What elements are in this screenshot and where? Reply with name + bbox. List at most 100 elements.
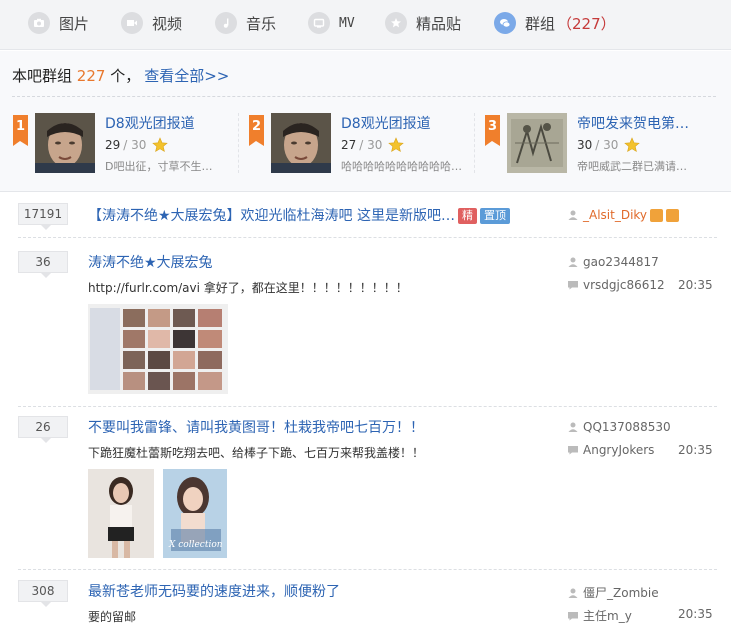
rank-badge: 1	[13, 115, 28, 146]
groups-heading-prefix: 本吧群组	[12, 67, 77, 85]
last-replier-name[interactable]: AngryJokers	[583, 443, 654, 457]
last-replier-name[interactable]: vrsdgjc86612	[583, 278, 665, 292]
tab-videos[interactable]: 视频	[121, 11, 182, 35]
group-avatar[interactable]	[35, 113, 95, 173]
tab-label: MV	[339, 15, 355, 31]
music-icon	[215, 12, 237, 34]
member-count: 27/ 30	[341, 137, 405, 153]
last-reply-time: 20:35	[678, 443, 713, 457]
tab-featured-posts[interactable]: 精品贴	[385, 11, 461, 35]
tab-label: 音乐	[246, 14, 277, 33]
last-replier[interactable]: 主任m_y	[567, 607, 632, 624]
tab-pictures[interactable]: 图片	[28, 11, 89, 35]
star-icon	[385, 12, 407, 34]
member-count: 29/ 30	[105, 137, 169, 153]
group-name[interactable]: D8观光团报道	[105, 113, 195, 133]
thread-title[interactable]: 最新苍老师无码要的速度进来，顺便粉了	[88, 581, 340, 601]
member-capacity: / 30	[123, 138, 147, 152]
groups-panel: 本吧群组 227 个， 查看全部>> 1 D8观光团报道 29/ 30 D吧出征，…	[0, 51, 731, 192]
groups-heading: 本吧群组 227 个， 查看全部>>	[12, 65, 229, 86]
last-replier-name[interactable]: 主任m_y	[583, 607, 632, 624]
member-level-icon	[650, 208, 664, 222]
star-icon	[388, 137, 405, 153]
comment-icon	[568, 281, 578, 290]
thread-author[interactable]: _Alsit_Diky	[567, 208, 680, 222]
svg-text:X collection: X collection	[168, 540, 223, 550]
user-icon	[568, 257, 578, 267]
view-all-groups-link[interactable]: 查看全部>>	[144, 67, 229, 85]
reply-count: 26	[18, 416, 68, 443]
tab-mv[interactable]: MV	[308, 11, 355, 35]
last-replier[interactable]: AngryJokers	[567, 443, 654, 457]
tab-label: 群组	[525, 14, 556, 33]
member-capacity: / 30	[595, 138, 619, 152]
group-card[interactable]: 3 帝吧发来贺电第… 30/ 30 帝吧威武二群已满请…	[485, 113, 715, 177]
star-icon	[624, 137, 641, 153]
group-avatar[interactable]	[271, 113, 331, 173]
reply-count: 17191	[18, 203, 68, 230]
reply-count: 308	[18, 580, 68, 607]
last-reply-time: 20:35	[678, 607, 713, 621]
group-avatar[interactable]	[507, 113, 567, 173]
thread-title[interactable]: 涛涛不绝★大展宏兔	[88, 252, 213, 272]
tab-label: 精品贴	[416, 14, 462, 33]
thread-item: 26 不要叫我雷锋、请叫我黄图哥！杜栽我帝吧七百万！！ 下跪狂魔杜蕾斯吃翔去吧、…	[0, 407, 731, 575]
divider	[238, 113, 239, 173]
divider	[474, 113, 475, 173]
star-icon	[152, 137, 169, 153]
author-name[interactable]: gao2344817	[583, 255, 659, 269]
last-reply-time: 20:35	[678, 278, 713, 292]
member-capacity: / 30	[359, 138, 383, 152]
chat-icon	[494, 12, 516, 34]
thread-author[interactable]: gao2344817	[567, 255, 659, 269]
thread-abstract: http://furlr.com/avi 拿好了，都在这里！！！！！！！！！	[88, 281, 408, 295]
divider	[12, 96, 716, 97]
group-description: D吧出征，寸草不生…	[105, 160, 213, 173]
featured-badge: 精	[458, 208, 477, 224]
groups-heading-suffix: 个，	[105, 67, 141, 85]
user-icon	[568, 210, 578, 220]
media-tab-bar: 图片 视频 音乐 MV 精品贴 群组 （227）	[0, 0, 731, 50]
thread-image[interactable]	[88, 469, 154, 558]
thread-abstract: 要的留邮	[88, 610, 137, 624]
user-icon	[568, 422, 578, 432]
tab-label: 视频	[152, 14, 183, 33]
group-count-badge: （227）	[557, 14, 616, 33]
thread-title[interactable]: 不要叫我雷锋、请叫我黄图哥！杜栽我帝吧七百万！！	[88, 417, 424, 437]
comment-icon	[568, 446, 578, 455]
pinned-badge: 置顶	[480, 208, 510, 224]
author-name[interactable]: QQ137088530	[583, 420, 671, 434]
group-card[interactable]: 1 D8观光团报道 29/ 30 D吧出征，寸草不生…	[13, 113, 243, 177]
group-name[interactable]: D8观光团报道	[341, 113, 431, 133]
member-count: 30/ 30	[577, 137, 641, 153]
camera-icon	[28, 12, 50, 34]
last-replier[interactable]: vrsdgjc86612	[567, 278, 665, 292]
group-card[interactable]: 2 D8观光团报道 27/ 30 哈哈哈哈哈哈哈哈哈哈…	[249, 113, 479, 177]
rank-badge: 2	[249, 115, 264, 146]
member-count-value: 27	[341, 138, 357, 152]
thread-author[interactable]: QQ137088530	[567, 420, 671, 434]
tab-music[interactable]: 音乐	[215, 11, 276, 35]
thread-title[interactable]: 【涛涛不绝★大展宏兔】欢迎光临杜海涛吧 这里是新版吧… 精置顶	[88, 205, 510, 225]
author-name[interactable]: 僵尸_Zombie	[583, 584, 659, 601]
thread-image[interactable]: X collection	[163, 469, 227, 558]
tab-groups[interactable]: 群组 （227）	[494, 11, 616, 35]
reply-count: 36	[18, 251, 68, 278]
group-description: 帝吧威武二群已满请…	[577, 160, 687, 173]
author-name[interactable]: _Alsit_Diky	[583, 208, 647, 222]
video-icon	[121, 12, 143, 34]
thread-item: 36 涛涛不绝★大展宏兔 http://furlr.com/avi 拿好了，都在…	[0, 238, 731, 406]
groups-count: 227	[76, 67, 106, 85]
thread-image[interactable]	[88, 304, 228, 394]
thread-abstract: 下跪狂魔杜蕾斯吃翔去吧、给棒子下跪、七百万来帮我盖楼！！	[88, 446, 425, 460]
thread-title-text[interactable]: 【涛涛不绝★大展宏兔】欢迎光临杜海涛吧 这里是新版吧…	[88, 208, 455, 224]
member-count-value: 29	[105, 138, 121, 152]
vip-icon	[666, 208, 680, 222]
tab-label: 图片	[59, 14, 90, 33]
thread-item: 17191 【涛涛不绝★大展宏兔】欢迎光临杜海涛吧 这里是新版吧… 精置顶 _Al…	[0, 192, 731, 237]
group-description: 哈哈哈哈哈哈哈哈哈哈…	[341, 160, 462, 173]
tv-icon	[308, 12, 330, 34]
group-name[interactable]: 帝吧发来贺电第…	[577, 113, 689, 133]
member-count-value: 30	[577, 138, 593, 152]
thread-author[interactable]: 僵尸_Zombie	[567, 584, 659, 601]
